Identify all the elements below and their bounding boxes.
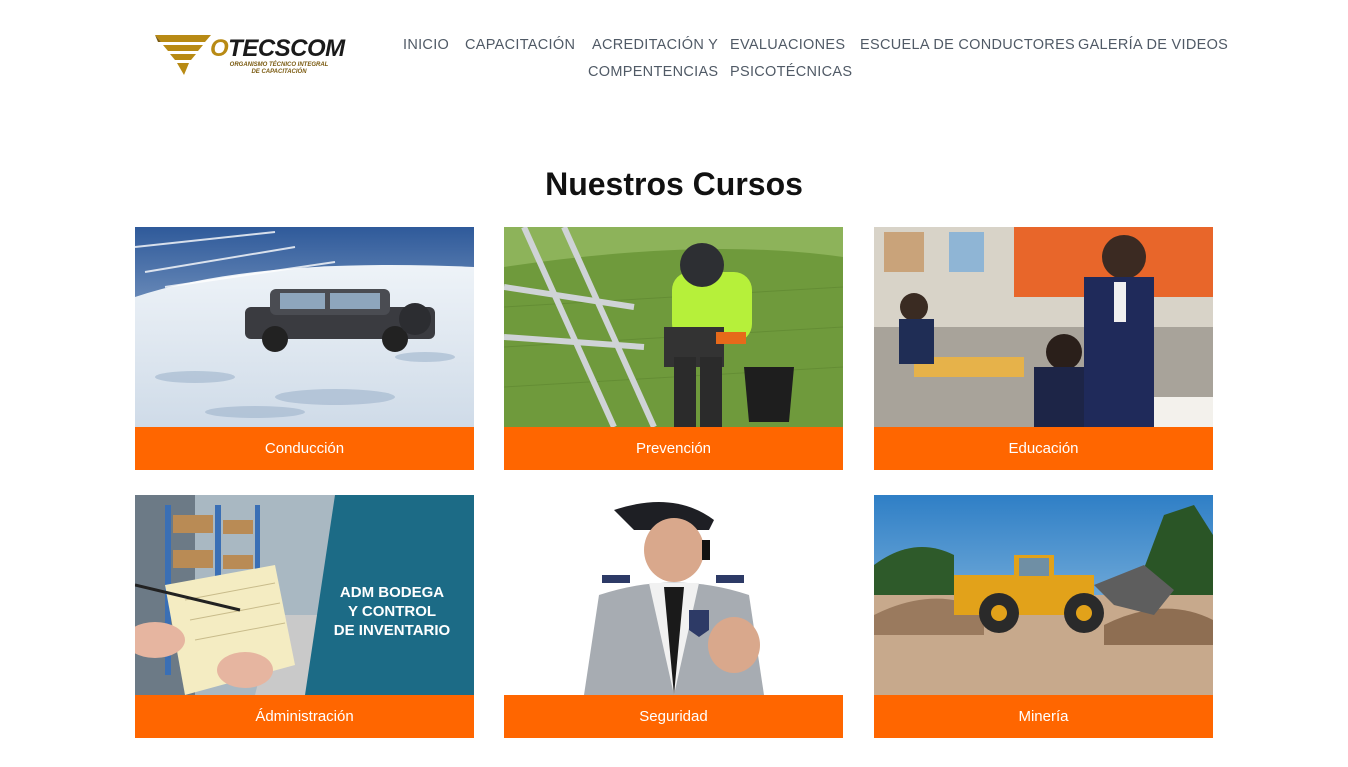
- course-card-educacion[interactable]: Educación: [874, 227, 1213, 470]
- course-image-mineria: [874, 495, 1213, 695]
- administracion-overlay-text: ADM BODEGA Y CONTROL DE INVENTARIO: [322, 583, 462, 640]
- overlay-line3: DE INVENTARIO: [333, 622, 451, 639]
- main-nav: INICIO CAPACITACIÓN ACREDITACIÓN Y COMPE…: [0, 36, 1348, 96]
- course-card-seguridad[interactable]: Seguridad: [504, 495, 843, 738]
- nav-item-acreditacion-line2[interactable]: COMPENTENCIAS: [588, 59, 718, 86]
- course-image-conduccion: [135, 227, 474, 427]
- section-title: Nuestros Cursos: [545, 166, 803, 202]
- nav-item-inicio[interactable]: INICIO: [403, 32, 449, 59]
- course-label-conduccion: Conducción: [135, 427, 474, 470]
- nav-item-evaluaciones-line2[interactable]: PSICOTÉCNICAS: [730, 59, 852, 86]
- course-image-prevencion: [504, 227, 843, 427]
- course-card-mineria[interactable]: Minería: [874, 495, 1213, 738]
- course-image-educacion: [874, 227, 1213, 427]
- overlay-line2: Y CONTROL: [347, 603, 437, 620]
- nav-item-evaluaciones-line1[interactable]: EVALUACIONES: [730, 32, 845, 59]
- site-header: OTECSCOM ORGANISMO TÉCNICO INTEGRAL DE C…: [0, 0, 1348, 110]
- course-image-administracion: ADM BODEGA Y CONTROL DE INVENTARIO: [135, 495, 474, 695]
- course-image-seguridad: [504, 495, 843, 695]
- nav-item-acreditacion-line1[interactable]: ACREDITACIÓN Y: [592, 32, 718, 59]
- course-card-administracion[interactable]: ADM BODEGA Y CONTROL DE INVENTARIO Ádmin…: [135, 495, 474, 738]
- course-label-educacion: Educación: [874, 427, 1213, 470]
- nav-item-escuela-conductores[interactable]: ESCUELA DE CONDUCTORES: [860, 32, 1075, 59]
- course-card-prevencion[interactable]: Prevención: [504, 227, 843, 470]
- course-label-seguridad: Seguridad: [504, 695, 843, 738]
- overlay-line1: ADM BODEGA: [339, 584, 445, 601]
- course-label-prevencion: Prevención: [504, 427, 843, 470]
- course-label-mineria: Minería: [874, 695, 1213, 738]
- course-label-administracion: Ádministración: [135, 695, 474, 738]
- nav-item-galeria-videos[interactable]: GALERÍA DE VIDEOS: [1078, 32, 1228, 59]
- course-card-conduccion[interactable]: Conducción: [135, 227, 474, 470]
- nav-item-capacitacion[interactable]: CAPACITACIÓN: [465, 32, 575, 59]
